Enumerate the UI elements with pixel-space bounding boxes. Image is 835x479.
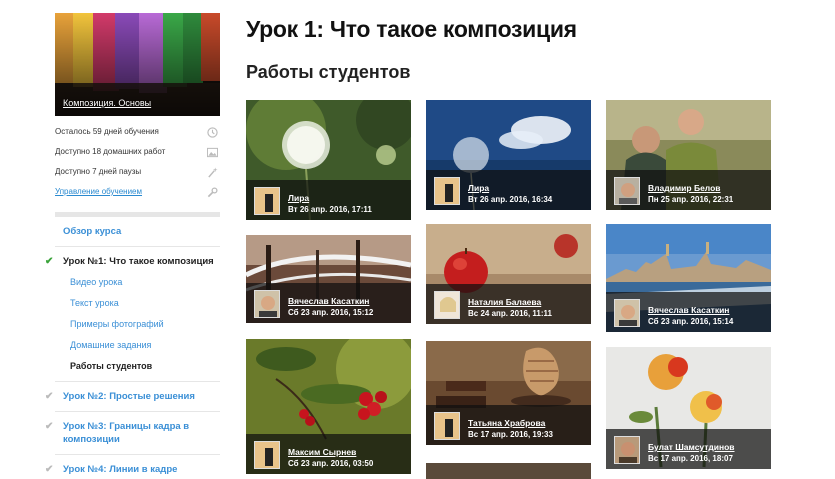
manage-learning-row[interactable]: Управление обучением	[55, 182, 220, 202]
sub-examples[interactable]: Примеры фотографий	[55, 314, 220, 335]
author-link[interactable]: Булат Шамсутдинов	[648, 442, 735, 452]
pause-stat: Доступно 7 дней паузы	[55, 162, 220, 182]
work-date: Вс 24 апр. 2016, 11:11	[468, 309, 553, 318]
author-link[interactable]: Вячеслав Касаткин	[288, 296, 369, 306]
work-card[interactable]: Вячеслав Касаткин Сб 23 апр. 2016, 15:14	[606, 224, 771, 332]
author-link[interactable]: Наталия Балаева	[468, 297, 541, 307]
work-date: Вт 26 апр. 2016, 17:11	[288, 205, 372, 214]
author-link[interactable]: Татьяна Храброва	[468, 418, 545, 428]
author-link[interactable]: Максим Сырнев	[288, 447, 356, 457]
work-card[interactable]	[426, 463, 591, 479]
work-date: Пн 25 апр. 2016, 22:31	[648, 195, 734, 204]
sub-homework[interactable]: Домашние задания	[55, 335, 220, 356]
wrench-icon	[207, 187, 218, 198]
nav-lesson-2[interactable]: ✔ Урок №2: Простые решения	[45, 382, 220, 412]
avatar	[434, 291, 460, 319]
main-content: Урок 1: Что такое композиция Работы студ…	[246, 0, 826, 479]
lesson-1-submenu: Видео урока Текст урока Примеры фотограф…	[55, 272, 220, 382]
avatar	[254, 187, 280, 215]
nav-lesson-4[interactable]: ✔ Урок №4: Линии в кадре	[45, 455, 220, 479]
course-stats: Осталось 59 дней обучения Доступно 18 до…	[55, 122, 220, 202]
work-date: Сб 23 апр. 2016, 03:50	[288, 459, 374, 468]
nav-lesson-1-label: Урок №1: Что такое композиция	[63, 256, 214, 267]
manage-learning-link[interactable]: Управление обучением	[55, 187, 142, 196]
work-card[interactable]: Вячеслав Касаткин Сб 23 апр. 2016, 15:12	[246, 235, 411, 323]
homework-label: Доступно 18 домашних работ	[55, 147, 166, 156]
homework-stat: Доступно 18 домашних работ	[55, 142, 220, 162]
work-card[interactable]: Татьяна Храброва Вс 17 апр. 2016, 19:33	[426, 341, 591, 445]
section-title: Работы студентов	[246, 62, 411, 82]
work-date: Вс 17 апр. 2016, 18:07	[648, 454, 733, 463]
work-card[interactable]: Наталия Балаева Вс 24 апр. 2016, 11:11	[426, 224, 591, 324]
work-date: Сб 23 апр. 2016, 15:14	[648, 317, 734, 326]
work-card[interactable]: Булат Шамсутдинов Вс 17 апр. 2016, 18:07	[606, 347, 771, 469]
work-card[interactable]: Владимир Белов Пн 25 апр. 2016, 22:31	[606, 100, 771, 210]
avatar	[614, 436, 640, 464]
work-card[interactable]: Лира Вт 26 апр. 2016, 17:11	[246, 100, 411, 220]
check-icon: ✔	[45, 391, 54, 402]
author-link[interactable]: Владимир Белов	[648, 183, 721, 193]
sidebar: Композиция. Основы Осталось 59 дней обуч…	[45, 13, 220, 479]
nav-lesson-3[interactable]: ✔ Урок №3: Границы кадра в композиции	[45, 412, 220, 455]
avatar	[434, 412, 460, 440]
nav-lesson-3-label: Урок №3: Границы кадра в композиции	[63, 421, 190, 445]
work-date: Вс 17 апр. 2016, 19:33	[468, 430, 553, 439]
sub-text[interactable]: Текст урока	[55, 293, 220, 314]
author-link[interactable]: Вячеслав Касаткин	[648, 305, 729, 315]
pause-label: Доступно 7 дней паузы	[55, 167, 142, 176]
avatar	[254, 441, 280, 469]
course-nav: Обзор курса ✔ Урок №1: Что такое компози…	[45, 217, 220, 479]
days-left-label: Осталось 59 дней обучения	[55, 127, 159, 136]
sub-student-works[interactable]: Работы студентов	[55, 356, 220, 377]
avatar	[614, 299, 640, 327]
work-card[interactable]: Максим Сырнев Сб 23 апр. 2016, 03:50	[246, 339, 411, 474]
check-icon: ✔	[45, 256, 54, 267]
nav-lesson-1[interactable]: ✔ Урок №1: Что такое композиция	[45, 247, 220, 272]
avatar	[434, 177, 460, 205]
nav-lesson-2-label: Урок №2: Простые решения	[63, 391, 195, 402]
work-date: Вт 26 апр. 2016, 16:34	[468, 195, 553, 204]
avatar	[614, 177, 640, 205]
course-cover[interactable]: Композиция. Основы	[55, 13, 220, 116]
nav-lesson-4-label: Урок №4: Линии в кадре	[63, 464, 178, 475]
avatar	[254, 290, 280, 318]
work-card[interactable]: Лира Вт 26 апр. 2016, 16:34	[426, 100, 591, 210]
sub-video[interactable]: Видео урока	[55, 272, 220, 293]
check-icon: ✔	[45, 464, 54, 475]
clock-icon	[207, 127, 218, 138]
author-link[interactable]: Лира	[468, 183, 489, 193]
days-left-stat: Осталось 59 дней обучения	[55, 122, 220, 142]
nav-overview[interactable]: Обзор курса	[55, 217, 220, 247]
wand-icon	[208, 167, 218, 178]
page-title: Урок 1: Что такое композиция	[246, 16, 577, 42]
image-icon	[207, 147, 218, 158]
work-date: Сб 23 апр. 2016, 15:12	[288, 308, 374, 317]
course-link[interactable]: Композиция. Основы	[63, 98, 151, 108]
author-link[interactable]: Лира	[288, 193, 309, 203]
check-icon: ✔	[45, 421, 54, 432]
